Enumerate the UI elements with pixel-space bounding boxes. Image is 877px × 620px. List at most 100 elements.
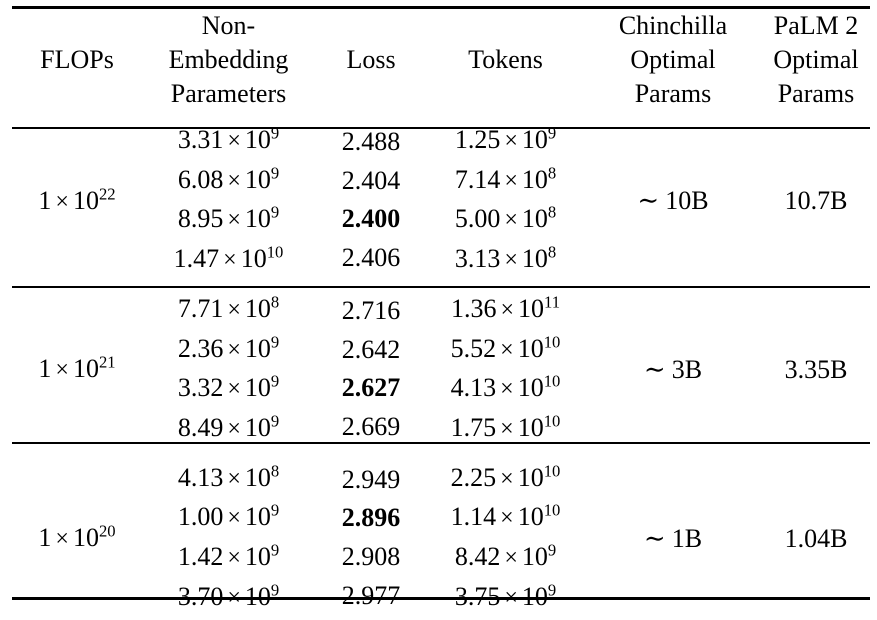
parameters-value: 6.08 × 109 (142, 161, 315, 201)
mantissa: 3.32 (177, 373, 224, 403)
table-header: FLOPs Non- Embedding Parameters Loss Tok… (12, 0, 870, 120)
parameters-value: 2.36 × 109 (142, 330, 315, 370)
exponent: 8 (547, 202, 557, 222)
loss-value: 2.488 (341, 127, 401, 156)
header-line: Optimal (630, 45, 716, 74)
parameters-value: 1.42 × 109 (142, 538, 315, 578)
mantissa: 1 (38, 523, 52, 553)
loss-value-best: 2.400 (341, 204, 401, 234)
times-symbol: × (500, 336, 514, 363)
exponent: 10 (543, 371, 561, 391)
parameters-sci: 8.49 × 109 (178, 411, 280, 441)
base: 10 (240, 244, 267, 274)
tokens-sci: 5.00 × 108 (455, 204, 556, 233)
header-line: Params (777, 79, 855, 108)
approx-symbol: ∼ (643, 354, 666, 384)
cell-flops: 1 × 1020 (12, 458, 142, 620)
exponent: 8 (270, 460, 280, 480)
value-stack: 2.716 2.642 2.627 2.669 (315, 292, 427, 447)
base: 10 (244, 502, 271, 532)
exponent: 9 (547, 540, 557, 560)
flops-value: 1 × 1022 (38, 185, 115, 215)
times-symbol: × (504, 247, 518, 274)
times-symbol: × (227, 207, 241, 234)
palm2-optimal-value: 10.7B (784, 186, 848, 216)
times-symbol: × (504, 207, 518, 234)
loss-value: 2.669 (341, 411, 401, 441)
parameters-value: 3.31 × 109 (142, 121, 315, 161)
approx-symbol: ∼ (637, 186, 660, 216)
base: 10 (244, 125, 271, 154)
times-symbol: × (227, 465, 241, 492)
column-header-loss: Loss (315, 0, 427, 120)
flops-value: 1 × 1021 (38, 354, 115, 383)
base: 10 (244, 462, 271, 492)
base: 10 (72, 185, 99, 215)
tokens-sci: 5.52 × 1010 (451, 331, 561, 363)
tokens-value: 1.14 × 1010 (427, 498, 584, 538)
base: 10 (244, 293, 271, 323)
exponent: 9 (270, 371, 280, 391)
cell-tokens: 1.25 × 109 7.14 × 108 5.00 × 108 3.13 × 108 (427, 120, 584, 283)
mantissa: 3.75 (454, 581, 501, 611)
mantissa: 6.08 (177, 164, 224, 194)
exponent: 10 (543, 331, 561, 351)
cell-non-embedding-parameters: 3.31 × 109 6.08 × 109 8.95 × 109 1.47 × 1010 (142, 120, 315, 283)
times-symbol: × (227, 128, 241, 154)
parameters-value: 3.70 × 109 (142, 578, 315, 618)
times-symbol: × (55, 526, 69, 553)
value-stack: 4.13 × 108 1.00 × 109 1.42 × 109 3.70 × 109 (142, 459, 315, 618)
tokens-value: 3.13 × 108 (427, 240, 584, 280)
value-stack: 2.949 2.896 2.908 2.977 (315, 461, 427, 616)
tokens-value: 7.14 × 108 (427, 161, 584, 201)
tokens-sci: 1.75 × 1010 (450, 412, 561, 442)
base: 10 (521, 204, 548, 234)
tokens-value: 8.42 × 109 (427, 538, 584, 578)
palm2-optimal-value: 3.35B (784, 354, 848, 384)
exponent: 9 (270, 411, 280, 431)
base: 10 (244, 373, 271, 403)
header-line: Optimal (773, 45, 859, 74)
times-symbol: × (227, 167, 241, 194)
mantissa: 3.31 (177, 125, 224, 154)
times-symbol: × (500, 505, 514, 532)
table-row: 1 × 1022 3.31 × 109 6.08 × 109 8.95 × 109 1.47 × 1010 2… (12, 120, 870, 283)
mantissa: 4.13 (177, 462, 224, 492)
mantissa: 1.36 (450, 293, 497, 323)
chinchilla-optimal-value: ∼ 1B (644, 524, 702, 553)
value: 3B (671, 354, 703, 384)
tokens-sci: 3.75 × 109 (454, 581, 556, 611)
parameters-sci: 8.95 × 109 (178, 204, 279, 233)
times-symbol: × (223, 247, 237, 274)
mantissa: 1.75 (450, 412, 497, 442)
cell-tokens: 2.25 × 1010 1.14 × 1010 8.42 × 109 3.75 × 109 (427, 458, 584, 620)
parameters-sci: 4.13 × 108 (177, 460, 280, 492)
chinchilla-optimal-value: ∼ 10B (637, 186, 708, 215)
base: 10 (244, 333, 271, 363)
base: 10 (244, 542, 271, 572)
flops-value: 1 × 1020 (38, 523, 115, 552)
base: 10 (521, 542, 548, 572)
mantissa: 1.25 (454, 125, 501, 154)
exponent: 9 (270, 202, 280, 222)
base: 10 (244, 204, 271, 234)
tokens-value: 4.13 × 1010 (427, 369, 584, 409)
exponent: 9 (547, 123, 557, 143)
table-body: 1 × 1022 3.31 × 109 6.08 × 109 8.95 × 109 1.47 × 1010 2… (12, 120, 870, 620)
loss-value-best: 2.627 (341, 373, 401, 403)
tokens-sci: 1.25 × 109 (455, 125, 556, 154)
base: 10 (72, 354, 99, 384)
scaling-law-table: FLOPs Non- Embedding Parameters Loss Tok… (0, 0, 877, 611)
base: 10 (521, 164, 548, 194)
header-row: FLOPs Non- Embedding Parameters Loss Tok… (12, 0, 870, 120)
tokens-sci: 2.25 × 1010 (451, 462, 561, 491)
times-symbol: × (227, 376, 241, 403)
column-header-non-embedding-parameters: Non- Embedding Parameters (142, 0, 315, 120)
header-line: Tokens (468, 45, 543, 74)
header-line: PaLM 2 (773, 11, 859, 40)
cell-loss: 2.716 2.642 2.627 2.669 (315, 289, 427, 452)
mantissa: 4.13 (450, 373, 497, 403)
base: 10 (518, 293, 545, 323)
loss-value: 2.949 (341, 464, 401, 494)
cell-chinchilla-optimal-params: ∼ 1B (584, 458, 762, 620)
